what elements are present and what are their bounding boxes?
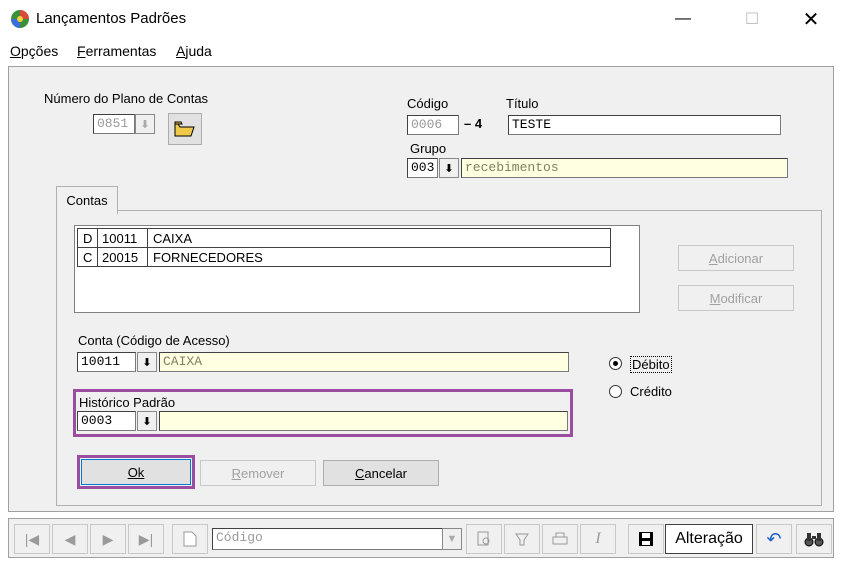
historico-text-field	[159, 411, 568, 431]
account-code: 20015	[98, 248, 148, 266]
menu-ajuda[interactable]: Ajuda	[176, 43, 212, 59]
conta-code-input[interactable]: 10011	[77, 352, 136, 372]
undo-icon[interactable]: ↶	[756, 524, 792, 554]
conta-dropdown-icon[interactable]: ⬇	[137, 352, 157, 372]
adicionar-button[interactable]: Adicionar	[678, 245, 794, 271]
modificar-button[interactable]: Modificar	[678, 285, 794, 311]
print-preview-icon[interactable]	[466, 524, 502, 554]
credito-radio[interactable]	[609, 385, 622, 398]
cancelar-button[interactable]: Cancelar	[323, 460, 439, 486]
grupo-code-input[interactable]: 003	[407, 158, 438, 178]
list-item[interactable]: C 20015 FORNECEDORES	[77, 247, 611, 267]
search-field-dropdown-icon[interactable]: ▼	[442, 528, 462, 550]
plano-dropdown-icon[interactable]: ⬇	[135, 114, 155, 134]
conta-label: Conta (Código de Acesso)	[78, 333, 230, 348]
radio-selected-dot	[613, 361, 618, 366]
binoculars-icon[interactable]	[796, 524, 832, 554]
search-field-select[interactable]: Código	[212, 528, 444, 550]
conta-name-field: CAIXA	[159, 352, 569, 372]
plano-label: Número do Plano de Contas	[44, 91, 209, 106]
previous-record-icon[interactable]: ◀	[52, 524, 88, 554]
open-folder-button[interactable]	[168, 113, 202, 145]
grupo-label: Grupo	[410, 141, 447, 156]
debito-radio[interactable]	[609, 357, 622, 370]
info-icon[interactable]: I	[580, 524, 616, 554]
account-name: FORNECEDORES	[153, 249, 263, 265]
account-type: C	[78, 248, 98, 266]
mode-status: Alteração	[665, 524, 753, 554]
new-document-icon[interactable]	[172, 524, 208, 554]
open-folder-icon	[174, 121, 195, 137]
minimize-button[interactable]: —	[660, 0, 706, 38]
remover-button[interactable]: Remover	[200, 460, 316, 486]
list-item[interactable]: D 10011 CAIXA	[77, 228, 611, 248]
close-button[interactable]: ✕	[788, 0, 834, 38]
last-record-icon[interactable]: ▶|	[128, 524, 164, 554]
codigo-label: Código	[407, 96, 449, 111]
account-type: D	[78, 229, 98, 247]
next-record-icon[interactable]: ▶	[90, 524, 126, 554]
historico-dropdown-icon[interactable]: ⬇	[137, 411, 157, 431]
accounts-list[interactable]: D 10011 CAIXA C 20015 FORNECEDORES	[74, 225, 640, 313]
clear-filter-icon[interactable]	[504, 524, 540, 554]
debito-label[interactable]: Débito	[630, 356, 672, 373]
plano-input[interactable]: 0851	[93, 114, 135, 134]
save-icon[interactable]	[628, 524, 664, 554]
menu-opcoes[interactable]: Opções	[10, 43, 58, 59]
app-globe-icon	[11, 10, 29, 28]
grupo-dropdown-icon[interactable]: ⬇	[439, 158, 459, 178]
historico-label: Histórico Padrão	[79, 395, 176, 410]
window-title: Lançamentos Padrões	[36, 10, 187, 27]
titulo-label: Título	[506, 96, 539, 111]
account-name: CAIXA	[153, 230, 193, 246]
ok-button[interactable]: Ok	[81, 459, 191, 485]
maximize-button[interactable]: ☐	[729, 0, 775, 38]
titulo-input[interactable]: TESTE	[508, 115, 781, 135]
account-code: 10011	[98, 229, 148, 247]
menu-ferramentas[interactable]: Ferramentas	[77, 43, 156, 59]
printer-icon[interactable]	[542, 524, 578, 554]
codigo-suffix: – 4	[464, 116, 483, 131]
credito-label[interactable]: Crédito	[630, 384, 672, 399]
first-record-icon[interactable]: |◀	[14, 524, 50, 554]
tab-contas[interactable]: Contas	[56, 186, 118, 214]
grupo-name-field: recebimentos	[461, 158, 788, 178]
codigo-input[interactable]: 0006	[407, 115, 459, 135]
historico-code-input[interactable]: 0003	[77, 411, 136, 431]
